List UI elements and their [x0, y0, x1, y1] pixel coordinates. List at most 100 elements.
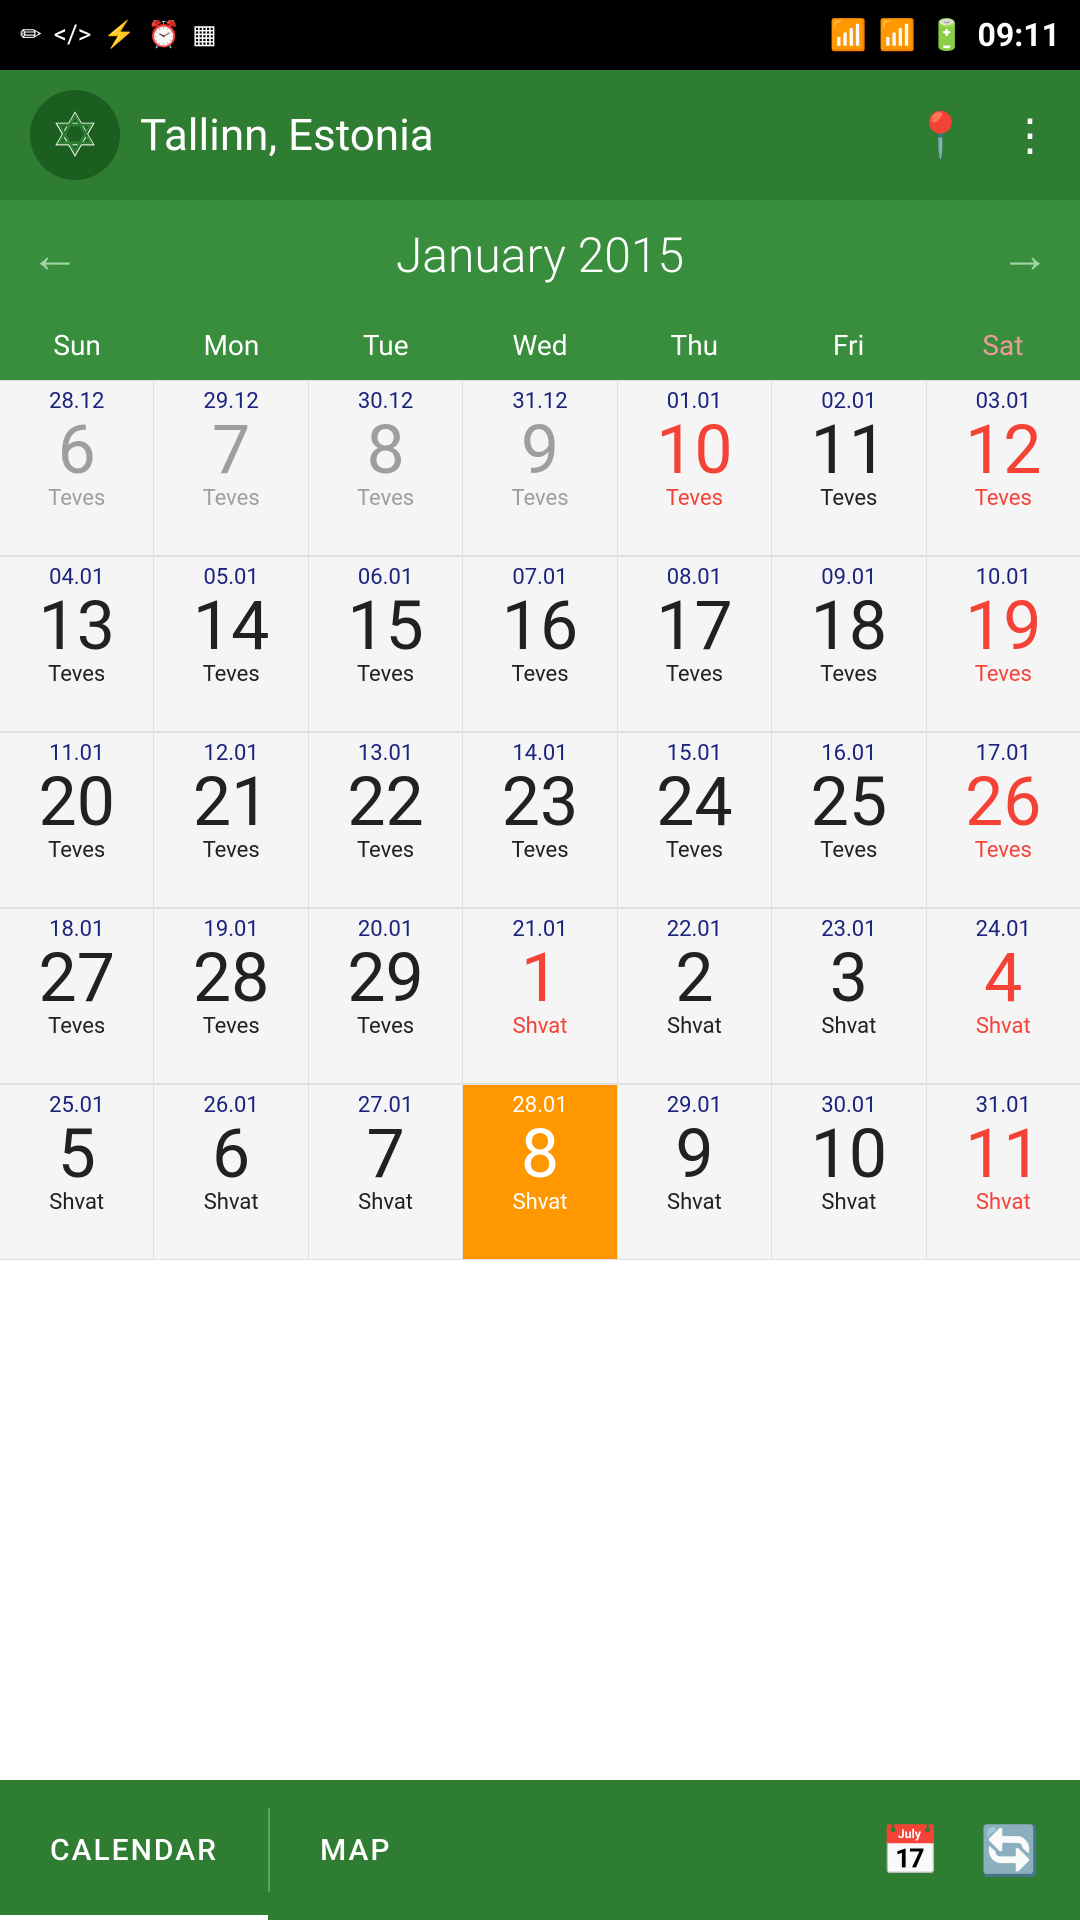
cell-day-num: 29: [347, 944, 423, 1012]
cell-hebrew: Shvat: [667, 1190, 722, 1215]
calendar-cell[interactable]: 23.013Shvat: [772, 909, 925, 1084]
calendar-cell[interactable]: 13.0122Teves: [309, 733, 462, 908]
cell-day-num: 9: [521, 416, 559, 484]
more-options-icon[interactable]: ⋮: [1008, 109, 1050, 161]
next-month-button[interactable]: →: [1000, 226, 1050, 285]
calendar-cell[interactable]: 28.126Teves: [0, 381, 153, 556]
usb-icon: ⚡: [103, 20, 135, 50]
cell-day-num: 6: [58, 416, 96, 484]
calendar-cell[interactable]: 17.0126Teves: [927, 733, 1080, 908]
bottom-nav: CALENDAR MAP 📅 🔄: [0, 1780, 1080, 1920]
cell-hebrew: Shvat: [358, 1190, 413, 1215]
cell-hebrew: Shvat: [821, 1190, 876, 1215]
cell-day-num: 7: [212, 416, 250, 484]
month-title: January 2015: [396, 227, 684, 284]
calendar-cell[interactable]: 18.0127Teves: [0, 909, 153, 1084]
status-bar-right: 📶 📶 🔋 09:11: [829, 16, 1060, 54]
cell-hebrew: Teves: [511, 486, 568, 511]
app-header: ✡ Tallinn, Estonia 📍 ⋮: [0, 70, 1080, 200]
cell-hebrew: Teves: [203, 486, 260, 511]
calendar-cell[interactable]: 16.0125Teves: [772, 733, 925, 908]
cell-day-num: 11: [965, 1120, 1041, 1188]
app-title: Tallinn, Estonia: [140, 109, 913, 161]
battery-icon: 🔋: [928, 18, 965, 53]
cell-day-num: 1: [521, 944, 559, 1012]
day-header-tue: Tue: [309, 310, 463, 380]
cell-hebrew: Shvat: [513, 1014, 568, 1039]
cell-hebrew: Teves: [203, 1014, 260, 1039]
calendar-today-icon[interactable]: 📅: [880, 1822, 940, 1879]
cell-day-num: 14: [193, 592, 269, 660]
cell-hebrew: Shvat: [667, 1014, 722, 1039]
refresh-icon[interactable]: 🔄: [980, 1822, 1040, 1879]
calendar-cell[interactable]: 22.012Shvat: [618, 909, 771, 1084]
cell-hebrew: Teves: [357, 838, 414, 863]
cell-day-num: 2: [675, 944, 713, 1012]
cell-hebrew: Teves: [203, 838, 260, 863]
cell-day-num: 21: [193, 768, 269, 836]
cell-hebrew: Teves: [666, 662, 723, 687]
cell-hebrew: Teves: [357, 486, 414, 511]
cell-hebrew: Teves: [357, 1014, 414, 1039]
calendar-cell[interactable]: 20.0129Teves: [309, 909, 462, 1084]
cell-day-num: 26: [965, 768, 1041, 836]
day-header-mon: Mon: [154, 310, 308, 380]
tab-map[interactable]: MAP: [270, 1780, 442, 1920]
calendar-grid: 28.126Teves29.127Teves30.128Teves31.129T…: [0, 380, 1080, 1260]
calendar-cell[interactable]: 07.0116Teves: [463, 557, 616, 732]
cell-day-num: 12: [965, 416, 1041, 484]
cell-day-num: 23: [502, 768, 578, 836]
cell-hebrew: Teves: [357, 662, 414, 687]
calendar-cell[interactable]: 29.127Teves: [154, 381, 307, 556]
calendar-cell[interactable]: 12.0121Teves: [154, 733, 307, 908]
calendar-cell[interactable]: 25.015Shvat: [0, 1085, 153, 1260]
cell-hebrew: Teves: [975, 486, 1032, 511]
cell-day-num: 4: [984, 944, 1022, 1012]
calendar-cell[interactable]: 04.0113Teves: [0, 557, 153, 732]
alarm-icon: ⏰: [148, 20, 180, 50]
calendar-cell[interactable]: 31.0111Shvat: [927, 1085, 1080, 1260]
calendar-cell[interactable]: 30.0110Shvat: [772, 1085, 925, 1260]
cell-hebrew: Teves: [203, 662, 260, 687]
calendar-cell[interactable]: 01.0110Teves: [618, 381, 771, 556]
cell-hebrew: Teves: [48, 1014, 105, 1039]
day-header-sat: Sat: [926, 310, 1080, 380]
calendar-cell[interactable]: 10.0119Teves: [927, 557, 1080, 732]
calendar-cell[interactable]: 15.0124Teves: [618, 733, 771, 908]
calendar-cell[interactable]: 29.019Shvat: [618, 1085, 771, 1260]
cell-day-num: 5: [58, 1120, 96, 1188]
calendar-cell[interactable]: 27.017Shvat: [309, 1085, 462, 1260]
cell-day-num: 6: [212, 1120, 250, 1188]
calendar-cell[interactable]: 24.014Shvat: [927, 909, 1080, 1084]
calendar-cell[interactable]: 02.0111Teves: [772, 381, 925, 556]
calendar-cell[interactable]: 08.0117Teves: [618, 557, 771, 732]
cell-hebrew: Shvat: [204, 1190, 259, 1215]
calendar-cell[interactable]: 05.0114Teves: [154, 557, 307, 732]
bottom-nav-tabs: CALENDAR MAP: [0, 1780, 880, 1920]
calendar-cell[interactable]: 26.016Shvat: [154, 1085, 307, 1260]
tab-calendar[interactable]: CALENDAR: [0, 1780, 268, 1920]
cell-day-num: 28: [193, 944, 269, 1012]
calendar-cell[interactable]: 06.0115Teves: [309, 557, 462, 732]
calendar-cell[interactable]: 21.011Shvat: [463, 909, 616, 1084]
calendar-cell[interactable]: 14.0123Teves: [463, 733, 616, 908]
star-of-david-icon: ✡: [40, 100, 110, 170]
cell-hebrew: Teves: [820, 662, 877, 687]
edit-icon: ✏: [20, 20, 42, 50]
calendar-cell[interactable]: 11.0120Teves: [0, 733, 153, 908]
calendar-cell[interactable]: 31.129Teves: [463, 381, 616, 556]
cell-day-num: 10: [656, 416, 732, 484]
calendar-cell[interactable]: 19.0128Teves: [154, 909, 307, 1084]
prev-month-button[interactable]: ←: [30, 226, 80, 285]
cell-day-num: 25: [811, 768, 887, 836]
calendar-cell[interactable]: 30.128Teves: [309, 381, 462, 556]
white-space: [0, 1260, 1080, 1710]
cell-hebrew: Teves: [511, 662, 568, 687]
location-icon[interactable]: 📍: [913, 109, 968, 161]
header-icons: 📍 ⋮: [913, 109, 1050, 161]
calendar-cell[interactable]: 09.0118Teves: [772, 557, 925, 732]
calendar-cell[interactable]: 28.018Shvat: [463, 1085, 616, 1260]
cell-day-num: 10: [811, 1120, 887, 1188]
calendar-cell[interactable]: 03.0112Teves: [927, 381, 1080, 556]
status-bar-left: ✏ </> ⚡ ⏰ ▦: [20, 20, 217, 50]
